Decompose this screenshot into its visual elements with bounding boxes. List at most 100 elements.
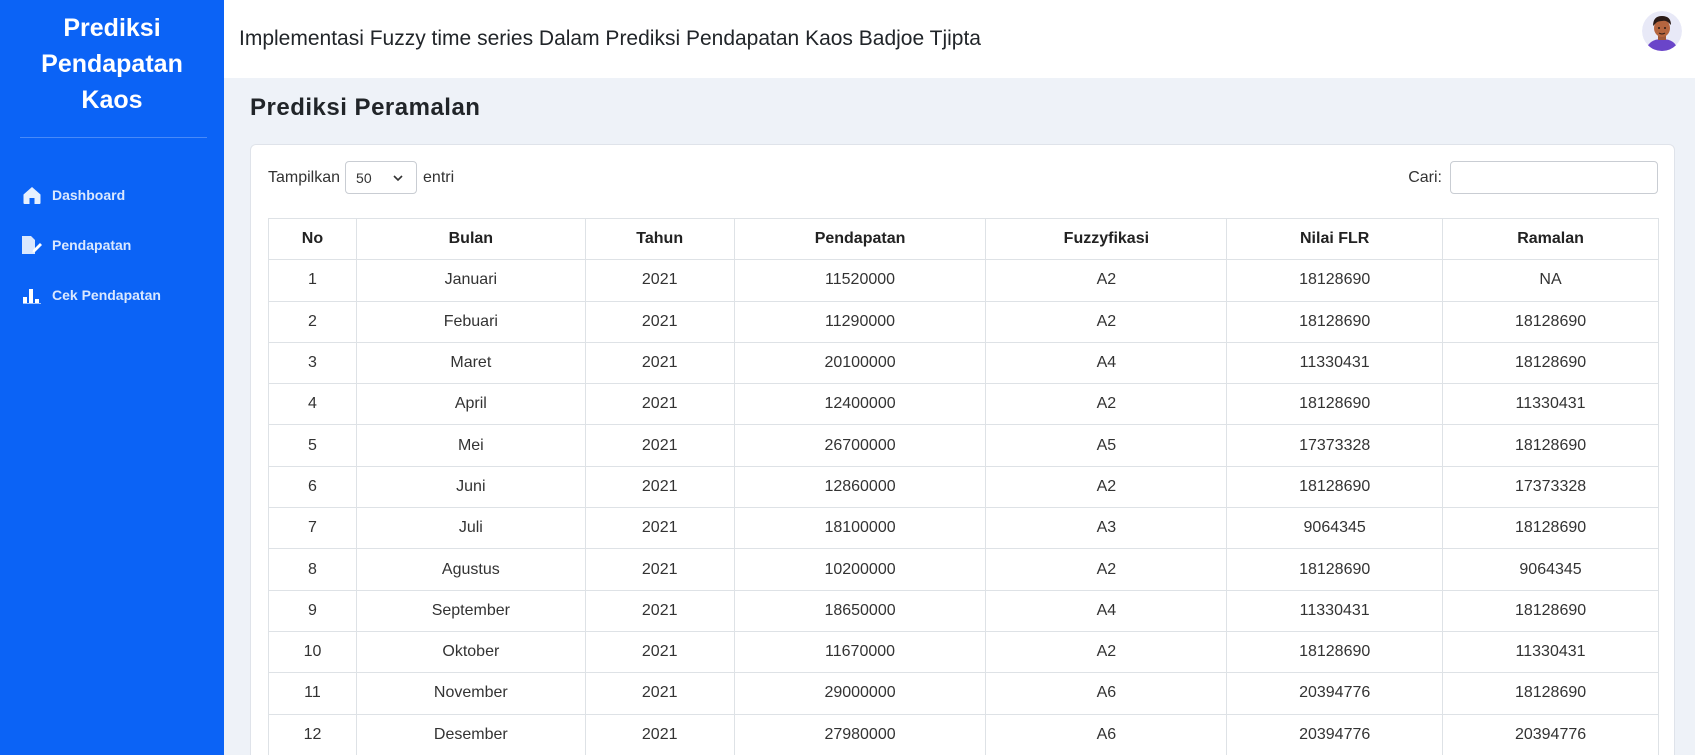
cell-tahun: 2021: [584, 341, 735, 385]
table-row: 9 September 2021 18650000 A4 11330431 18128690: [268, 589, 1659, 632]
cell-bulan: November: [355, 672, 586, 715]
edit-file-icon: [20, 233, 44, 257]
forecast-table: No Bulan Tahun Pendapatan Fuzzyfikasi Ni…: [268, 217, 1659, 755]
cell-no: 11: [268, 672, 357, 715]
cell-tahun: 2021: [584, 465, 735, 509]
table-row: 12 Desember 2021 27980000 A6 20394776 20394776: [268, 713, 1659, 755]
cell-nilai-flr: 20394776: [1226, 713, 1444, 755]
bar-chart-icon: [20, 283, 44, 307]
cell-nilai-flr: 20394776: [1226, 672, 1444, 715]
top-bar: Implementasi Fuzzy time series Dalam Pre…: [224, 0, 1695, 78]
table-row: 4 April 2021 12400000 A2 18128690 11330431: [268, 383, 1659, 426]
table-row: 10 Oktober 2021 11670000 A2 18128690 11330431: [268, 630, 1659, 674]
cell-ramalan: 18128690: [1442, 424, 1659, 467]
page-length-control: Tampilkan 50 entri: [268, 161, 454, 194]
cell-bulan: Febuari: [355, 300, 586, 343]
cell-pendapatan: 20100000: [733, 341, 987, 385]
show-label: Tampilkan: [268, 168, 341, 186]
cell-pendapatan: 18650000: [733, 589, 987, 632]
cell-bulan: Desember: [355, 713, 586, 755]
table-row: 7 Juli 2021 18100000 A3 9064345 18128690: [268, 507, 1659, 550]
cell-no: 12: [268, 713, 357, 755]
cell-fuzzyfikasi: A2: [985, 300, 1228, 343]
brand-line-1: Prediksi: [63, 14, 161, 42]
cell-no: 2: [268, 300, 357, 343]
brand-line-3: Kaos: [81, 86, 143, 114]
sidebar-item-cek-pendapatan[interactable]: Cek Pendapatan: [0, 270, 224, 320]
cell-no: 4: [268, 383, 357, 426]
cell-fuzzyfikasi: A3: [985, 507, 1228, 550]
cell-tahun: 2021: [584, 259, 735, 302]
cell-bulan: April: [355, 383, 586, 426]
cell-ramalan: 18128690: [1442, 507, 1659, 550]
cell-fuzzyfikasi: A2: [985, 465, 1228, 509]
cell-ramalan: 18128690: [1442, 589, 1659, 632]
cell-ramalan: NA: [1442, 259, 1659, 302]
sidebar: Prediksi Pendapatan Kaos Dashboard Penda…: [0, 0, 224, 755]
page-length-value: 50: [356, 169, 372, 186]
cell-ramalan: 9064345: [1442, 548, 1659, 591]
table-row: 5 Mei 2021 26700000 A5 17373328 18128690: [268, 424, 1659, 467]
cell-bulan: Januari: [355, 259, 586, 302]
cell-nilai-flr: 11330431: [1226, 341, 1444, 385]
cell-fuzzyfikasi: A4: [985, 341, 1228, 385]
cell-no: 7: [268, 507, 357, 550]
cell-fuzzyfikasi: A5: [985, 424, 1228, 467]
cell-tahun: 2021: [584, 300, 735, 343]
cell-tahun: 2021: [584, 589, 735, 632]
sidebar-item-dashboard[interactable]: Dashboard: [0, 170, 224, 220]
cell-ramalan: 18128690: [1442, 300, 1659, 343]
cell-no: 9: [268, 589, 357, 632]
sidebar-item-label: Pendapatan: [52, 237, 132, 253]
cell-bulan: September: [355, 589, 586, 632]
user-avatar[interactable]: [1642, 11, 1682, 51]
cell-bulan: Juli: [355, 507, 586, 550]
cell-no: 10: [268, 630, 357, 674]
cell-ramalan: 11330431: [1442, 383, 1659, 426]
cell-bulan: Juni: [355, 465, 586, 509]
column-header-fuzzyfikasi[interactable]: Fuzzyfikasi: [985, 217, 1228, 261]
cell-no: 6: [268, 465, 357, 509]
page-title: Prediksi Peramalan: [250, 94, 481, 121]
cell-nilai-flr: 11330431: [1226, 589, 1444, 632]
cell-ramalan: 17373328: [1442, 465, 1659, 509]
search-input[interactable]: [1450, 161, 1658, 194]
cell-pendapatan: 10200000: [733, 548, 987, 591]
cell-pendapatan: 12400000: [733, 383, 987, 426]
cell-bulan: Oktober: [355, 630, 586, 674]
cell-tahun: 2021: [584, 507, 735, 550]
cell-ramalan: 18128690: [1442, 341, 1659, 385]
sidebar-item-pendapatan[interactable]: Pendapatan: [0, 220, 224, 270]
cell-pendapatan: 12860000: [733, 465, 987, 509]
cell-pendapatan: 11290000: [733, 300, 987, 343]
column-header-pendapatan[interactable]: Pendapatan: [733, 217, 987, 261]
column-header-nilai-flr[interactable]: Nilai FLR: [1226, 217, 1444, 261]
cell-tahun: 2021: [584, 383, 735, 426]
cell-nilai-flr: 17373328: [1226, 424, 1444, 467]
table-row: 3 Maret 2021 20100000 A4 11330431 18128690: [268, 341, 1659, 385]
cell-ramalan: 18128690: [1442, 672, 1659, 715]
cell-bulan: Maret: [355, 341, 586, 385]
cell-no: 3: [268, 341, 357, 385]
cell-ramalan: 11330431: [1442, 630, 1659, 674]
column-header-tahun[interactable]: Tahun: [584, 217, 735, 261]
cell-nilai-flr: 18128690: [1226, 259, 1444, 302]
table-row: 6 Juni 2021 12860000 A2 18128690 17373328: [268, 465, 1659, 509]
table-row: 2 Febuari 2021 11290000 A2 18128690 18128690: [268, 300, 1659, 343]
cell-fuzzyfikasi: A2: [985, 630, 1228, 674]
brand-line-2: Pendapatan: [41, 50, 183, 78]
column-header-ramalan[interactable]: Ramalan: [1442, 217, 1659, 261]
cell-fuzzyfikasi: A2: [985, 259, 1228, 302]
column-header-bulan[interactable]: Bulan: [355, 217, 586, 261]
entries-label: entri: [423, 168, 455, 186]
sidebar-item-label: Dashboard: [52, 187, 126, 203]
cell-nilai-flr: 18128690: [1226, 465, 1444, 509]
column-header-no[interactable]: No: [268, 217, 357, 261]
cell-pendapatan: 11670000: [733, 630, 987, 674]
cell-tahun: 2021: [584, 713, 735, 755]
cell-pendapatan: 26700000: [733, 424, 987, 467]
brand-title[interactable]: Prediksi Pendapatan Kaos: [0, 0, 224, 130]
cell-pendapatan: 18100000: [733, 507, 987, 550]
page-length-select[interactable]: 50: [345, 161, 418, 194]
table-row: 11 November 2021 29000000 A6 20394776 18128690: [268, 672, 1659, 715]
